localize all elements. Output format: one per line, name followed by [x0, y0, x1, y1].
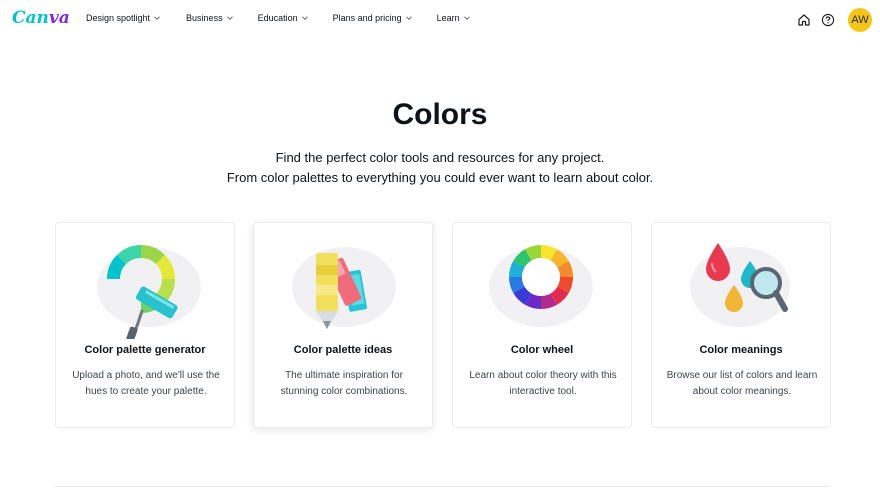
section-divider: [55, 486, 830, 487]
user-avatar[interactable]: AW: [848, 8, 872, 32]
card-title: Color wheel: [510, 344, 574, 356]
swatch-fan-icon: [292, 247, 396, 329]
color-wheel-icon: [489, 245, 593, 327]
card-description: The ultimate inspiration for stunning co…: [280, 370, 408, 397]
top-navigation-bar: Canva Design spotlight Business Educatio…: [0, 0, 880, 40]
chevron-down-icon: [405, 16, 412, 20]
nav-item-design-spotlight[interactable]: Design spotlight: [86, 13, 161, 23]
nav-item-learn[interactable]: Learn: [437, 13, 471, 23]
main-nav: Design spotlight Business Education Plan…: [86, 13, 495, 23]
card-color-palette-ideas[interactable]: Color palette ideas The ultimate inspira…: [253, 222, 433, 428]
header-actions: AW: [796, 8, 872, 32]
nav-item-education[interactable]: Education: [258, 13, 309, 23]
nav-item-label: Learn: [436, 13, 460, 23]
paint-roller-icon: [97, 245, 201, 339]
nav-item-label: Business: [186, 13, 223, 23]
page-subtitle-line-2: From color palettes to everything you co…: [226, 170, 654, 185]
card-title: Color palette ideas: [293, 344, 393, 356]
chevron-down-icon: [226, 16, 233, 20]
nav-item-label: Design spotlight: [86, 13, 151, 23]
nav-item-label: Education: [257, 13, 298, 23]
canva-logo[interactable]: Canva: [12, 8, 70, 28]
chevron-down-icon: [154, 16, 160, 20]
droplets-magnifier-icon: [690, 243, 790, 327]
card-description: Upload a photo, and we'll use the hues t…: [72, 370, 220, 397]
card-color-wheel[interactable]: Color wheel Learn about color theory wit…: [452, 222, 632, 428]
chevron-down-icon: [463, 16, 470, 20]
card-description: Browse our list of colors and learn abou…: [666, 370, 818, 397]
card-color-meanings[interactable]: Color meanings Browse our list of colors…: [651, 222, 831, 428]
help-icon[interactable]: [820, 12, 836, 28]
nav-item-label: Plans and pricing: [332, 13, 402, 23]
chevron-down-icon: [301, 16, 308, 20]
page-title: Colors: [392, 98, 488, 131]
card-title: Color meanings: [699, 344, 783, 356]
home-icon[interactable]: [796, 12, 812, 28]
card-color-palette-generator[interactable]: Color palette generator Upload a photo, …: [55, 222, 235, 428]
card-title: Color palette generator: [84, 344, 206, 356]
nav-item-plans-and-pricing[interactable]: Plans and pricing: [333, 13, 413, 23]
card-description: Learn about color theory with this inter…: [469, 370, 617, 397]
nav-item-business[interactable]: Business: [186, 13, 234, 23]
page-subtitle-line-1: Find the perfect color tools and resourc…: [275, 150, 605, 165]
